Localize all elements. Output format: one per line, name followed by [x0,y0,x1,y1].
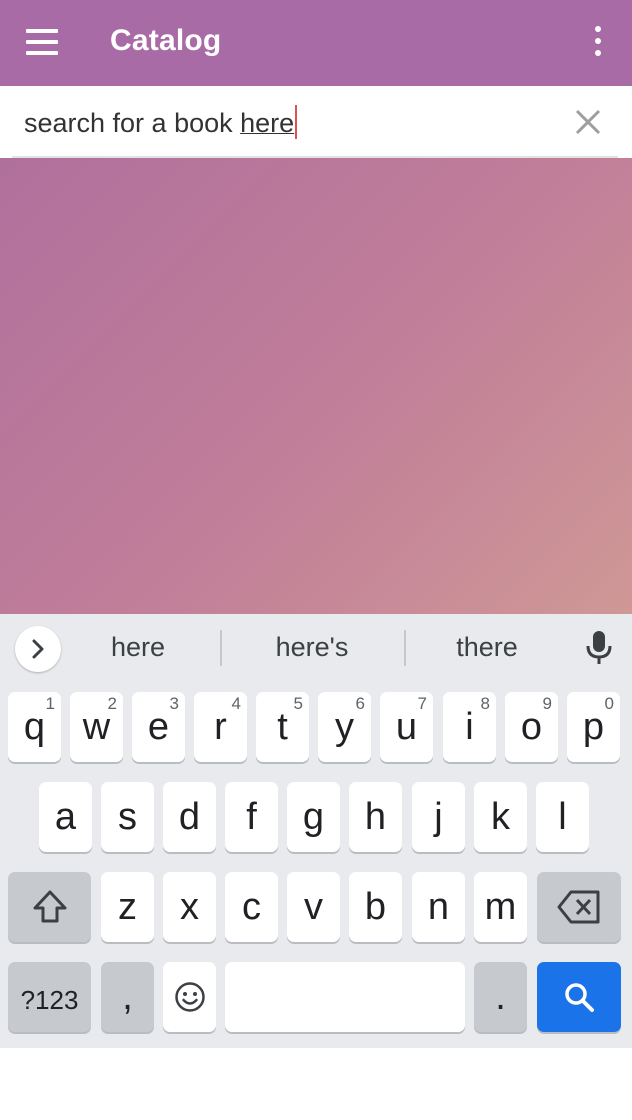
key-hint: 8 [480,694,490,713]
search-input-composing-word: here [240,108,295,138]
key-x[interactable]: x [163,872,216,942]
symbols-key-label: ?123 [20,985,79,1015]
key-y[interactable]: y6 [318,692,371,762]
key-b[interactable]: b [349,872,402,942]
suggestion-divider [220,630,222,666]
key-hint: 2 [107,694,117,713]
key-u[interactable]: u7 [380,692,433,762]
key-i[interactable]: i8 [443,692,496,762]
key-s[interactable]: s [101,782,154,852]
bottom-area [0,1048,632,1120]
key-hint: 3 [169,694,179,713]
mic-icon[interactable] [584,630,614,666]
key-o[interactable]: o9 [505,692,558,762]
key-label: w [82,706,111,748]
emoji-icon[interactable] [163,962,216,1032]
menu-icon[interactable] [26,29,58,55]
search-input-text: search for a book [24,108,241,138]
key-label: r [214,706,227,748]
key-d[interactable]: d [163,782,216,852]
space-bar[interactable] [225,962,465,1032]
key-f[interactable]: f [225,782,278,852]
shift-icon[interactable] [8,872,91,942]
soft-keyboard: here here's there q1 w2 e3 r4 t5 y6 u7 i… [0,614,632,1048]
key-z[interactable]: z [101,872,154,942]
key-hint: 1 [45,694,55,713]
close-icon[interactable] [574,108,602,136]
key-label: q [23,706,46,748]
key-e[interactable]: e3 [132,692,185,762]
suggestion-strip: here here's there [0,614,632,684]
key-j[interactable]: j [412,782,465,852]
key-label: o [520,706,543,748]
search-input[interactable]: search for a book here [24,105,298,139]
key-label: u [395,706,418,748]
comma-key[interactable]: , [101,962,154,1032]
key-hint: 7 [417,694,427,713]
key-n[interactable]: n [412,872,465,942]
key-hint: 5 [293,694,303,713]
key-c[interactable]: c [225,872,278,942]
key-p[interactable]: p0 [567,692,620,762]
key-label: i [465,706,474,748]
key-hint: 9 [542,694,552,713]
backspace-icon[interactable] [537,872,621,942]
suggestion-2[interactable]: here's [232,632,392,663]
symbols-key[interactable]: ?123 [8,962,91,1032]
key-label: p [582,706,605,748]
suggestion-1[interactable]: here [58,632,218,663]
suggestion-divider [404,630,406,666]
search-bar: search for a book here [0,86,632,158]
key-k[interactable]: k [474,782,527,852]
more-vert-icon[interactable] [588,26,608,58]
key-hint: 6 [355,694,365,713]
key-label: t [277,706,288,748]
key-a[interactable]: a [39,782,92,852]
key-label: y [335,706,354,748]
key-w[interactable]: w2 [70,692,123,762]
key-v[interactable]: v [287,872,340,942]
key-h[interactable]: h [349,782,402,852]
key-q[interactable]: q1 [8,692,61,762]
page-title: Catalog [110,24,222,57]
key-g[interactable]: g [287,782,340,852]
key-r[interactable]: r4 [194,692,247,762]
chevron-right-icon[interactable] [15,626,61,672]
text-caret [295,105,298,139]
period-key[interactable]: . [474,962,527,1032]
key-hint: 0 [604,694,614,713]
content-area [0,158,632,614]
app-bar: Catalog [0,0,632,86]
key-hint: 4 [231,694,241,713]
key-label: e [147,706,170,748]
suggestion-3[interactable]: there [407,632,567,663]
search-icon[interactable] [537,962,621,1032]
key-m[interactable]: m [474,872,527,942]
key-l[interactable]: l [536,782,589,852]
key-t[interactable]: t5 [256,692,309,762]
